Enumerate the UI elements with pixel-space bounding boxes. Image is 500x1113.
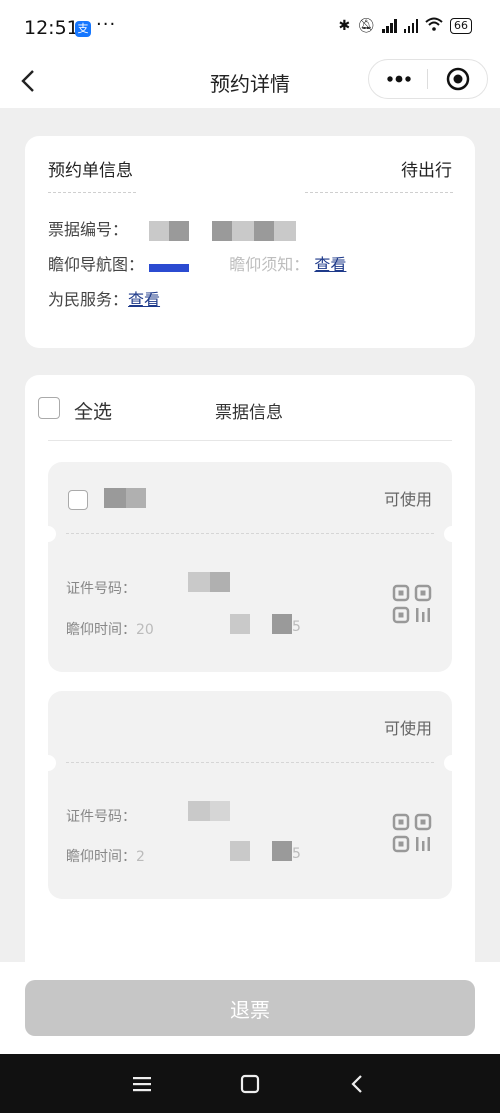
redacted-block [274,220,297,241]
ticket-number-row: 票据编号： [48,216,297,241]
visit-time-suffix: 5 [292,846,301,862]
redacted-block [149,220,170,241]
home-icon[interactable] [237,1071,263,1097]
notice-label: 瞻仰须知： [229,255,310,274]
redacted-time [272,614,292,634]
select-all-checkbox[interactable] [38,397,60,419]
ticket-status: 可使用 [383,490,432,509]
status-bar: 12:51 支 ··· ✱ 🔕︎ 66 [0,0,500,56]
wifi-icon [425,17,443,35]
qr-code-icon[interactable] [392,813,432,853]
signal-icon-2 [403,19,418,33]
service-row: 为民服务：查看 [48,286,160,310]
ticket-info-title: 票据信息 [215,403,283,423]
ticket-status: 可使用 [383,719,432,738]
select-all-label[interactable]: 全选 [74,397,112,424]
redacted-time [230,841,250,861]
more-button[interactable] [369,60,428,98]
ticket-divider [66,533,434,534]
bluetooth-icon: ✱ [338,18,351,34]
ticket-info-card: 全选 票据信息 可使用 证件号码： 瞻仰时间：20 5 可使用 证件号码： 瞻仰… [25,375,475,995]
id-number-label: 证件号码： [66,581,136,597]
ticket-notch [444,755,460,771]
divider-right [305,192,453,193]
divider [48,440,452,441]
visit-time-row: 瞻仰时间：2 [66,846,145,866]
back-icon[interactable] [345,1071,371,1097]
system-nav-bar [0,1054,500,1113]
qr-code-icon[interactable] [392,584,432,624]
alipay-icon: 支 [75,21,91,37]
battery-icon: 66 [450,18,472,34]
visit-time-value: 2 [136,849,145,865]
booking-status: 待出行 [401,161,452,181]
ticket-item[interactable]: 可使用 证件号码： 瞻仰时间：20 5 [40,462,460,672]
ticket-divider [66,762,434,763]
mini-program-capsule [368,59,488,99]
booking-info-header: 预约单信息 [48,161,133,181]
mute-icon: 🔕︎ [357,18,375,34]
redacted-id [188,572,210,592]
divider-left [48,192,136,193]
redacted-id [210,801,230,821]
menu-icon[interactable] [129,1071,155,1097]
bottom-action-bar: 退票 [0,962,500,1054]
system-icons: ✱ 🔕︎ 66 [338,17,472,35]
visit-time-row: 瞻仰时间：20 [66,619,154,639]
visit-time-label: 瞻仰时间： [66,849,136,865]
navigation-map-label: 瞻仰导航图： [48,255,145,274]
service-view-link[interactable]: 查看 [128,290,160,309]
redacted-id [188,801,210,821]
redacted-block [212,220,233,241]
booking-info-card: 预约单信息 待出行 票据编号： 瞻仰导航图： 瞻仰须知： 查看 为民服务：查看 [25,136,475,348]
signal-icon-1 [382,19,397,33]
visit-time-label: 瞻仰时间： [66,622,136,638]
visit-time-suffix: 5 [292,619,301,635]
nav-bar: 预约详情 [0,56,500,108]
navigation-map-row: 瞻仰导航图： 瞻仰须知： 查看 [48,251,468,275]
refund-button[interactable]: 退票 [25,980,475,1036]
more-dots-icon [386,75,411,83]
ticket-checkbox[interactable] [68,490,88,510]
ticket-number-label: 票据编号： [48,220,129,239]
redacted-time [272,841,292,861]
target-close-icon [446,67,470,91]
ticket-item[interactable]: 可使用 证件号码： 瞻仰时间：2 5 [40,691,460,899]
ticket-notch [40,755,56,771]
redacted-link[interactable] [149,264,190,272]
redacted-name [126,488,146,508]
close-button[interactable] [428,60,487,98]
ticket-notch [444,526,460,542]
service-label: 为民服务： [48,290,129,309]
notice-view-link[interactable]: 查看 [314,255,346,274]
redacted-id [210,572,230,592]
redacted-time [230,614,250,634]
clock: 12:51 [24,17,79,39]
redacted-name [104,488,126,508]
ticket-notch [40,526,56,542]
id-number-label: 证件号码： [66,809,136,825]
redacted-block [232,220,255,241]
redacted-block [254,220,275,241]
redacted-block [169,220,190,241]
visit-time-value: 20 [136,622,154,638]
notification-more-icon: ··· [96,14,117,35]
